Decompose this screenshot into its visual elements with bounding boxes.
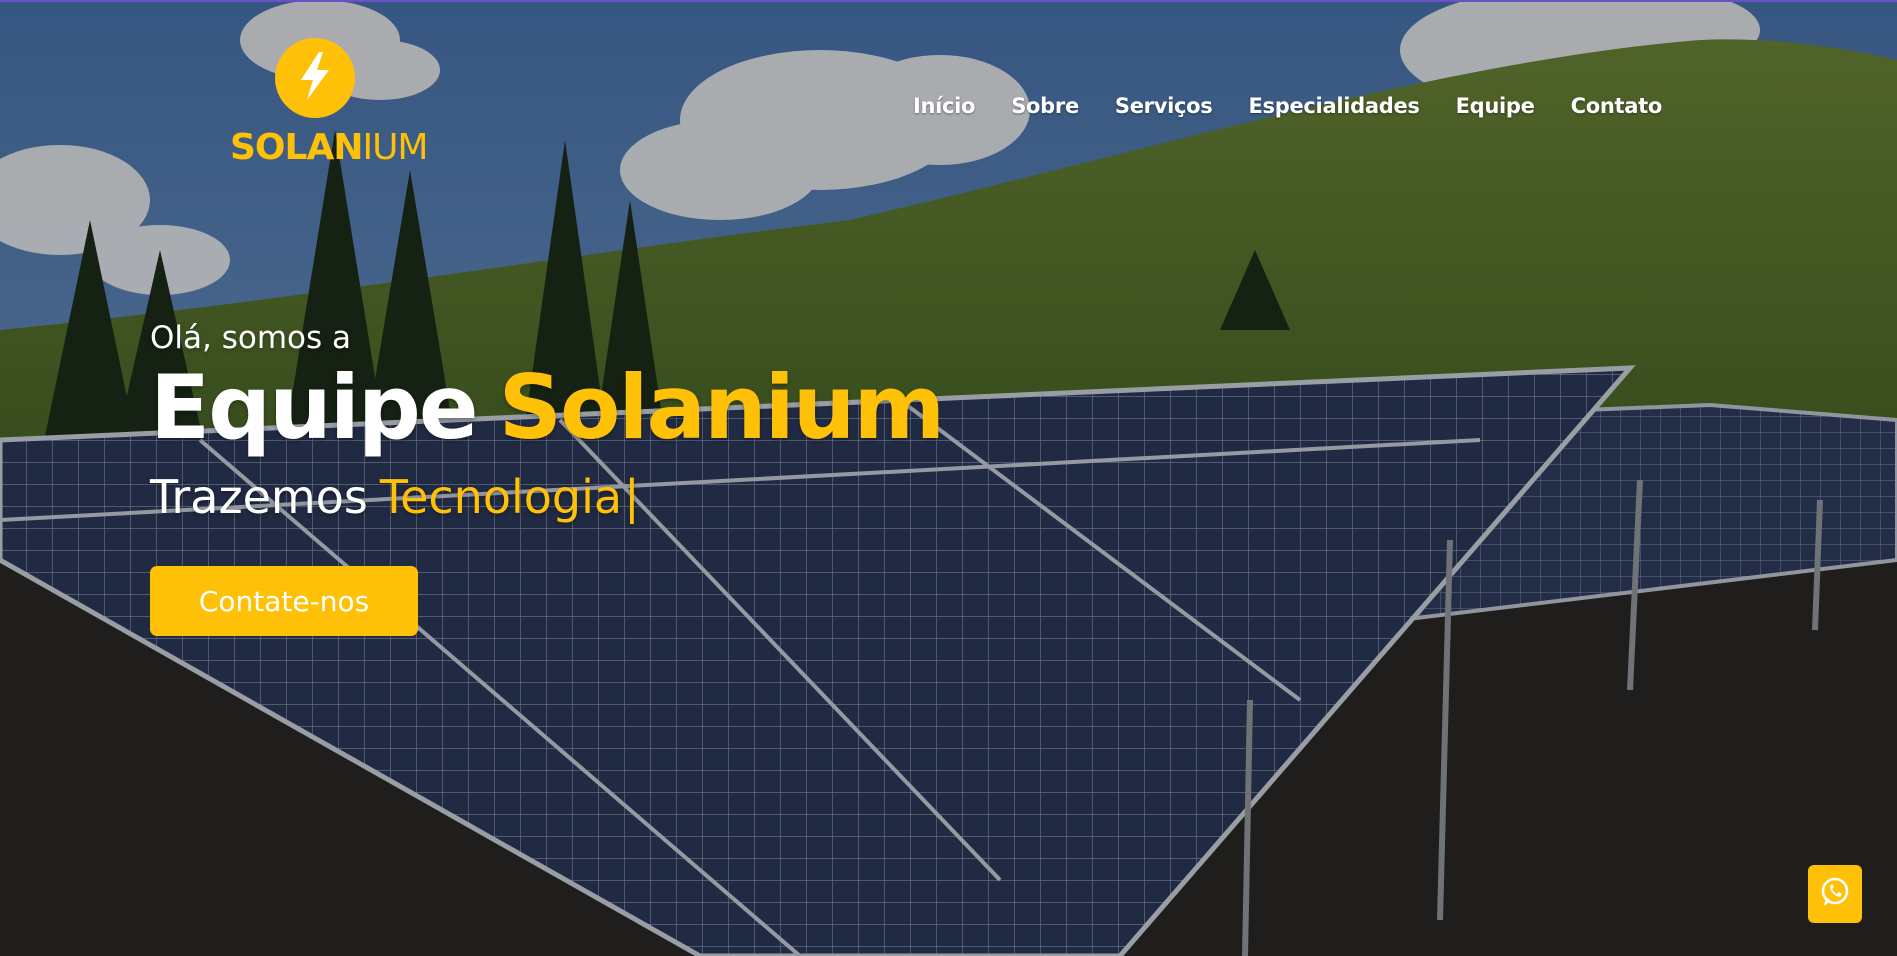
nav-item-sobre[interactable]: Sobre (1011, 94, 1079, 118)
brand-logo[interactable]: SOLANIUM (230, 38, 429, 168)
logo-name-suffix: IUM (362, 127, 428, 168)
nav-item-contato[interactable]: Contato (1571, 94, 1663, 118)
hero-intro: Olá, somos a Equipe Solanium Trazemos Tecn… (150, 320, 945, 524)
contact-us-button[interactable]: Contate-nos (150, 566, 418, 636)
main-nav: Início Sobre Serviços Especialidades Equ… (913, 94, 1662, 118)
nav-item-especialidades[interactable]: Especialidades (1248, 94, 1419, 118)
logo-name-main: SOLAN (230, 127, 363, 168)
nav-item-servicos[interactable]: Serviços (1115, 94, 1213, 118)
logo-circle (275, 38, 355, 118)
nav-item-equipe[interactable]: Equipe (1456, 94, 1535, 118)
hero-greeting: Olá, somos a (150, 320, 352, 356)
tagline-typed-word: Tecnologia (379, 470, 623, 524)
typing-cursor: | (624, 470, 640, 524)
hero-headline: Equipe Solanium (150, 364, 945, 452)
headline-part2: Solanium (498, 356, 946, 459)
nav-item-inicio[interactable]: Início (913, 94, 976, 118)
whatsapp-icon (1818, 875, 1852, 913)
top-accent-line (0, 0, 1897, 2)
whatsapp-button[interactable] (1808, 865, 1862, 923)
tagline-part1: Trazemos (150, 470, 368, 524)
headline-part1: Equipe (150, 356, 479, 459)
hero-tagline: Trazemos Tecnologia| (150, 470, 943, 524)
lightning-bolt-icon (295, 50, 335, 106)
logo-wordmark: SOLANIUM (230, 127, 429, 168)
